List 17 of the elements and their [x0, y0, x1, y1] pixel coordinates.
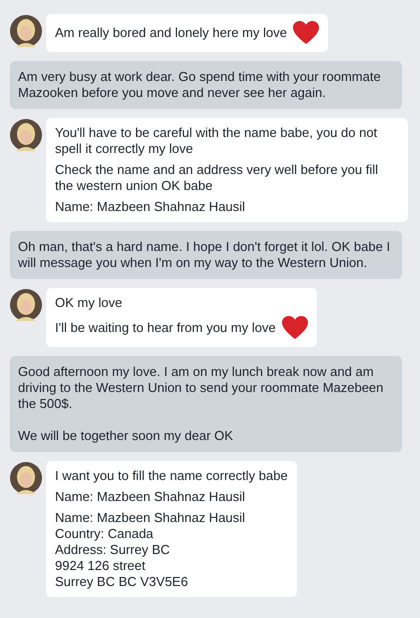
avatar	[10, 119, 42, 151]
message-text: Am very busy at work dear. Go spend time with your roommate Mazooken before you move and never see her again.	[18, 69, 382, 101]
message-text: You'll have to be careful with the name babe, you do not spell it correctly my love	[55, 125, 378, 157]
message-text: We will be together soon my dear OK	[18, 428, 234, 444]
message-text: Am really bored and lonely here my love	[55, 25, 287, 41]
message-text: OK my love	[55, 295, 122, 311]
message-text: Check the name and an address very well before you fill the western union OK babe	[55, 162, 380, 194]
message-text: Name: Mazbeen Shahnaz Hausil	[55, 489, 246, 505]
message-text: I want you to fill the name correctly babe	[55, 468, 288, 484]
avatar	[10, 462, 42, 494]
avatar	[10, 15, 42, 47]
avatar	[10, 289, 42, 321]
message-text: Oh man, that's a hard name. I hope I don't forget it lol. OK babe I will message you when I'm on my way to the Western Union.	[18, 239, 392, 271]
message-text: Name: Mazbeen Shahnaz Hausil Country: Canada Address: Surrey BC 9924 126 street Surrey BC BC V3V5E6	[55, 510, 246, 590]
message-text: Good afternoon my love. I am on my lunch break now and am driving to the Western Union to send your roommate Mazebeen the 500$.	[18, 364, 384, 412]
message-text: I'll be waiting to hear from you my love	[55, 320, 276, 336]
message-text: Name: Mazbeen Shahnaz Hausil	[55, 199, 246, 215]
